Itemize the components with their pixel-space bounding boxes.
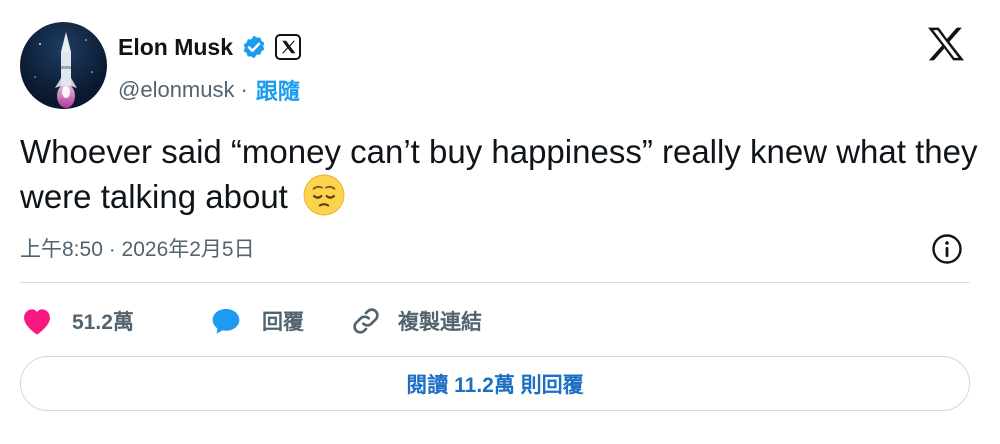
info-icon[interactable] <box>931 233 963 265</box>
x-logo-icon[interactable] <box>926 26 966 62</box>
author-handle[interactable]: @elonmusk <box>118 77 235 103</box>
follow-link[interactable]: 跟隨 <box>256 74 300 106</box>
tweet-embed-card: Elon Musk @elonmusk · 跟隨 Whoever said “m… <box>0 0 1000 444</box>
handle-row: @elonmusk · 跟隨 <box>118 74 300 106</box>
x-affiliation-badge <box>275 34 302 60</box>
heart-icon <box>24 309 50 335</box>
verified-badge-icon <box>243 35 265 59</box>
avatar[interactable] <box>20 22 107 109</box>
like-count: 51.2萬 <box>72 311 134 334</box>
tweet-body: Whoever said “money can’t buy happiness”… <box>20 133 978 215</box>
link-icon <box>353 308 379 334</box>
x-logo-small-icon <box>281 40 295 54</box>
copy-link-label: 複製連結 <box>398 311 482 334</box>
like-button[interactable]: 51.2萬 <box>20 306 210 336</box>
pensive-face-emoji-icon <box>303 174 345 216</box>
tweet-timestamp[interactable]: 上午8:50 · 2026年2月5日 <box>20 233 255 263</box>
action-bar: 51.2萬 回覆 複製連結 <box>20 302 482 340</box>
read-replies-label: 閱讀 11.2萬 則回覆 <box>406 373 584 397</box>
reply-bubble-icon <box>212 309 240 334</box>
tweet-text: Whoever said “money can’t buy happiness”… <box>20 130 980 219</box>
divider <box>20 282 970 283</box>
author-name[interactable]: Elon Musk <box>118 34 233 61</box>
copy-link-button[interactable]: 複製連結 <box>350 305 482 337</box>
read-replies-button[interactable]: 閱讀 11.2萬 則回覆 <box>20 356 970 411</box>
handle-separator: · <box>240 77 248 102</box>
reply-label: 回覆 <box>262 311 304 334</box>
author-name-row: Elon Musk <box>118 32 302 62</box>
rocket-launch-image <box>34 32 93 108</box>
reply-button[interactable]: 回覆 <box>210 306 350 336</box>
